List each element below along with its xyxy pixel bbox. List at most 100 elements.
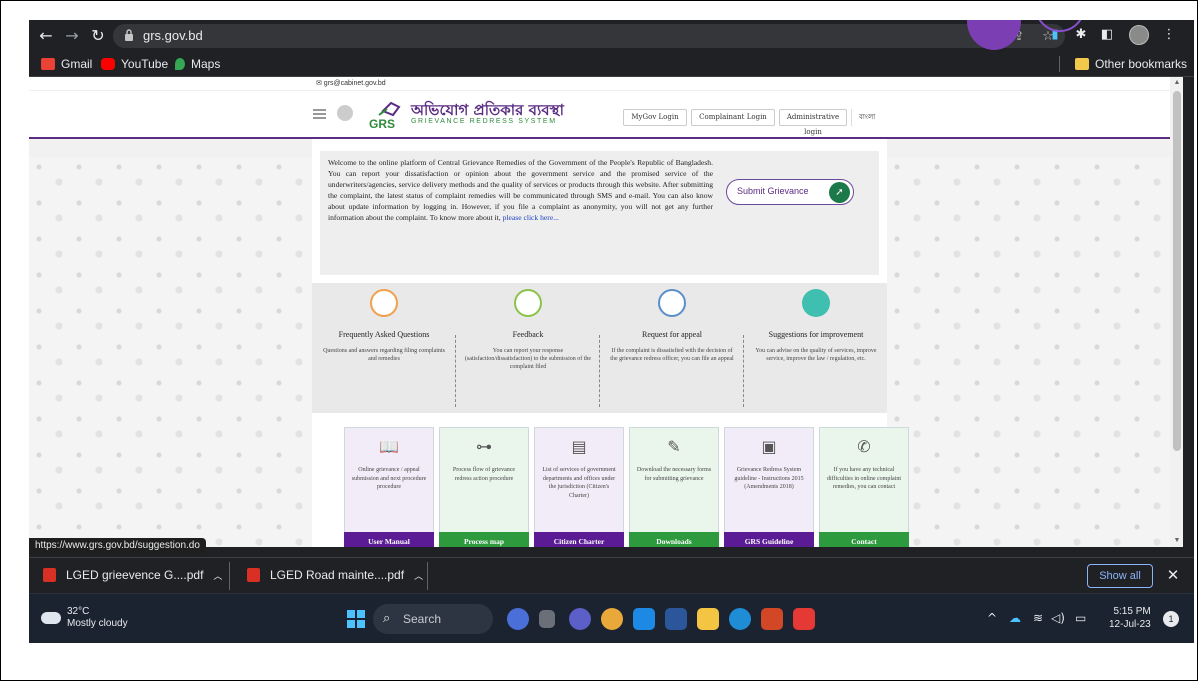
scroll-up-icon[interactable]: ▲ [1173,79,1181,87]
header-divider [851,109,852,126]
extensions-puzzle-icon[interactable]: ✱ [1071,25,1091,45]
chevron-up-icon[interactable]: ^ [987,611,997,625]
download-item[interactable]: LGED grieevence G....pdf ︿ [43,562,222,588]
hamburger-menu-icon[interactable] [313,109,326,119]
taskbar-search[interactable]: ⌕ Search [373,604,493,634]
teams-app-icon[interactable] [569,608,591,630]
vertical-scrollbar[interactable]: ▲ ▼ [1170,77,1183,547]
citizen-charter-button[interactable]: Citizen Charter [534,532,624,547]
feature-title[interactable]: Frequently Asked Questions [312,330,456,339]
wifi-icon[interactable]: ≋ [1033,611,1043,625]
page-viewport: ✉ grs@cabinet.gov.bd GRS অভিযোগ প্রতিকার… [29,77,1170,547]
download-divider [427,562,428,590]
card-text: If you have any technical difficulties i… [826,467,902,490]
weather-text: 32°C Mostly cloudy [67,606,128,630]
process-map-button[interactable]: Process map [439,532,529,547]
kebab-menu-icon[interactable]: ⋮ [1159,25,1179,45]
chrome-app-icon[interactable] [601,608,623,630]
other-bookmarks[interactable]: Other bookmarks [1075,56,1187,72]
bookmarks-divider [1059,56,1060,72]
bookmark-label: Gmail [61,57,93,71]
browser-screen: ← → ↻ grs.gov.bd ⊙ ⇪ ☆ ▮ ✱ ◧ ⋮ Gmail [29,20,1194,643]
battery-icon[interactable]: ▭ [1075,611,1086,625]
bookmark-label: YouTube [121,57,169,71]
card-text: Process flow of grievance redress action… [452,467,516,482]
grs-guideline-button[interactable]: GRS Guideline [724,532,814,547]
word-app-icon[interactable] [665,608,687,630]
scroll-down-icon[interactable]: ▼ [1173,537,1181,545]
feature-title[interactable]: Request for appeal [600,330,744,339]
submit-grievance-button[interactable]: Submit Grievance ➚ [726,179,854,205]
scroll-thumb[interactable] [1173,91,1181,451]
onedrive-icon[interactable]: ☁ [1009,611,1021,625]
feature-desc: Questions and answers regarding filing c… [323,348,445,362]
left-decorative-pattern [29,157,319,547]
cursor-arrow-icon: ➚ [829,182,850,203]
close-icon[interactable]: ✕ [1163,565,1183,585]
url-text[interactable]: grs.gov.bd [143,28,203,43]
card-downloads[interactable]: ✎ Download the necessary forms for submi… [629,427,719,547]
acrobat-app-icon[interactable] [793,608,815,630]
folder-icon [1075,58,1089,70]
bookmark-youtube[interactable]: YouTube [101,56,168,72]
document-list-icon: ▤ [571,437,587,456]
contact-button[interactable]: Contact [819,532,909,547]
back-arrow-icon[interactable]: ← [35,25,57,47]
chevron-up-icon[interactable]: ︿ [213,569,222,582]
bookmark-label: Maps [191,57,221,71]
copilot-app-icon[interactable] [507,608,529,630]
temperature: 32°C [67,606,90,617]
clock-date: 12-Jul-23 [1109,619,1151,630]
card-text: Grievance Redress System guideline - Ins… [734,467,804,490]
administrative-login-button[interactable]: Administrative login [779,109,847,136]
address-bar[interactable]: grs.gov.bd ⊙ ⇪ ☆ [113,24,1065,48]
feature-feedback[interactable]: Feedback You can report your response (s… [456,283,600,413]
volume-icon[interactable]: ◁) [1051,611,1065,625]
card-process-map[interactable]: ⊶ Process flow of grievance redress acti… [439,427,529,547]
cloud-icon [41,612,61,624]
card-citizen-charter[interactable]: ▤ List of services of government departm… [534,427,624,547]
downloads-button[interactable]: Downloads [629,532,719,547]
task-view-icon[interactable] [539,610,555,628]
bookmark-maps[interactable]: Maps [175,56,220,72]
feature-suggestions[interactable]: Suggestions for improvement You can advi… [744,283,888,413]
feature-faq[interactable]: Frequently Asked Questions Questions and… [312,283,456,413]
mygov-login-button[interactable]: MyGov Login [623,109,687,126]
side-panel-icon[interactable]: ◧ [1097,25,1117,45]
logo-abbr: GRS [369,117,395,129]
system-clock[interactable]: 5:15 PM 12-Jul-23 [1109,605,1151,631]
file-explorer-icon[interactable] [697,608,719,630]
language-toggle[interactable]: বাংলা [859,111,875,123]
phone-icon: ✆ [857,437,871,456]
lock-icon [125,29,133,41]
user-manual-button[interactable]: User Manual [344,532,434,547]
feature-appeal[interactable]: Request for appeal If the complaint is d… [600,283,744,413]
download-item[interactable]: LGED Road mainte....pdf ︿ [247,562,423,588]
grs-logo-icon[interactable]: GRS [369,99,403,129]
feature-title[interactable]: Feedback [456,330,600,339]
contact-email[interactable]: ✉ grs@cabinet.gov.bd [316,79,386,87]
right-decorative-pattern [887,157,1170,547]
edge-app-icon[interactable] [729,608,751,630]
reload-icon[interactable]: ↻ [87,25,109,47]
notification-badge[interactable]: 1 [1163,611,1179,627]
bookmark-gmail[interactable]: Gmail [41,56,92,72]
card-contact[interactable]: ✆ If you have any technical difficulties… [819,427,909,547]
profile-avatar[interactable] [1129,25,1149,45]
show-all-button[interactable]: Show all [1087,564,1153,588]
mail-app-icon[interactable] [633,608,655,630]
weather-widget[interactable]: 32°C Mostly cloudy [41,606,128,630]
book-icon: 📖 [379,437,399,456]
complainant-login-button[interactable]: Complainant Login [691,109,775,126]
card-user-manual[interactable]: 📖 Online grievance / appeal submission a… [344,427,434,547]
clock-time: 5:15 PM [1113,606,1151,617]
chevron-up-icon[interactable]: ︿ [414,569,423,582]
feature-title[interactable]: Suggestions for improvement [744,330,888,339]
card-grs-guideline[interactable]: ▣ Grievance Redress System guideline - I… [724,427,814,547]
home-icon[interactable] [337,105,353,121]
forward-arrow-icon[interactable]: → [61,25,83,47]
powerpoint-app-icon[interactable] [761,608,783,630]
windows-start-icon[interactable] [347,610,365,628]
resource-cards: 📖 Online grievance / appeal submission a… [312,427,909,547]
more-info-link[interactable]: please click here... [503,213,559,222]
